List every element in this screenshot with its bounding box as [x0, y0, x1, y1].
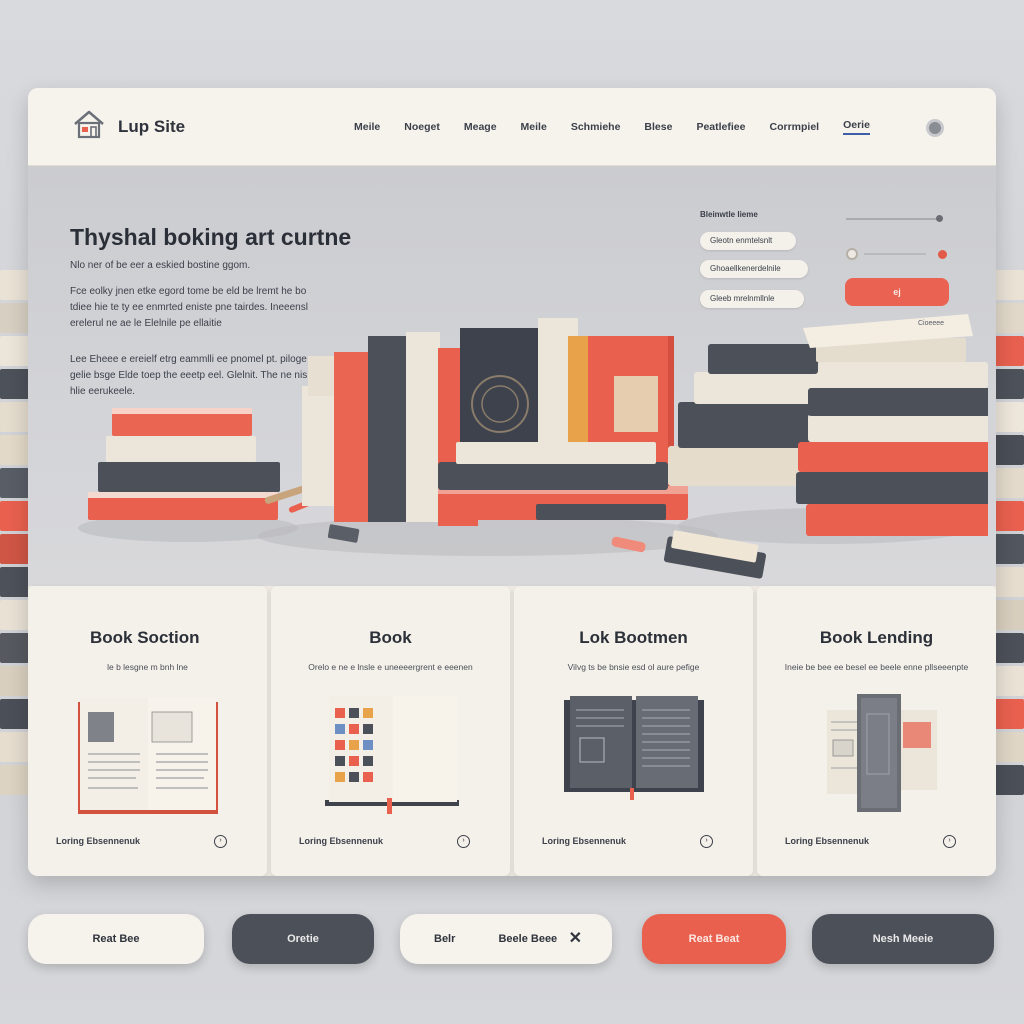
booking-submit-button[interactable]: ej — [845, 278, 949, 306]
card-footer-label: Loring Ebsennenuk — [299, 836, 384, 846]
card-footer-label: Loring Ebsennenuk — [785, 836, 870, 846]
open-book-illustration — [563, 696, 704, 800]
pill-button[interactable]: Nesh Meeie — [812, 914, 994, 964]
card-description: le b lesgne m bnh lne — [107, 662, 188, 672]
chevron-right-icon[interactable]: › — [457, 835, 470, 848]
booking-panel: Bleinwtle lieme Gleotn enmtelsnlt Ghoael… — [700, 210, 960, 340]
booking-field[interactable]: Gleeb mrelnmllnle — [700, 290, 804, 308]
open-book-illustration — [324, 696, 459, 814]
pill-button[interactable]: Reat Bee — [28, 914, 204, 964]
nav-item[interactable]: Noeget — [404, 121, 440, 133]
chip-label: Beele Beee — [498, 933, 558, 945]
filter-chip-button[interactable]: Belr Beele Beee ✕ — [400, 914, 612, 964]
card-title: Lok Bootmen — [579, 628, 688, 647]
card-footer-label: Loring Ebsennenuk — [56, 836, 141, 846]
card-description: Vilvg ts be bnsie esd ol aure pefige — [567, 662, 700, 672]
range-slider-handle[interactable] — [936, 215, 943, 222]
nav-item[interactable]: Corrmpiel — [769, 121, 819, 133]
booking-note: Cioeeee — [918, 320, 945, 327]
primary-pill-button[interactable]: Reat Beat — [642, 914, 786, 964]
option-radio-row[interactable] — [846, 248, 947, 260]
nav-item[interactable]: Meile — [521, 121, 547, 133]
main-window: Lup Site Meile Noeget Meage Meile Schmie… — [28, 88, 996, 876]
chevron-right-icon[interactable]: › — [214, 835, 227, 848]
nav-item[interactable]: Blese — [644, 121, 672, 133]
hero-section: Thyshal boking art curtne Nlo ner of be … — [28, 166, 996, 586]
pill-button[interactable]: Oretie — [232, 914, 374, 964]
hero-paragraph: Lee Eheee e ereielf etrg eammlli ee pnom… — [70, 354, 308, 397]
booking-field[interactable]: Gleotn enmtelsnlt — [700, 232, 796, 250]
book-lending-illustration — [826, 694, 937, 812]
site-name: Lup Site — [118, 116, 186, 136]
feature-cards: Book Soction le b lesgne m bnh lne Lorin… — [28, 586, 996, 876]
booking-field[interactable]: Ghoaellkenerdelnile — [700, 260, 808, 278]
site-logo[interactable]: Lup Site — [72, 109, 312, 144]
nav-item[interactable]: Meage — [464, 121, 497, 133]
booking-panel-label: Bleinwtle lieme — [700, 210, 758, 219]
bottom-button-bar: Reat Bee Oretie Belr Beele Beee ✕ Reat B… — [28, 914, 996, 966]
option-line — [864, 253, 926, 255]
card-footer-label: Loring Ebsennenuk — [542, 836, 627, 846]
nav-item-active[interactable]: Oerie — [843, 119, 870, 135]
house-icon — [72, 109, 106, 144]
user-avatar-icon[interactable] — [926, 119, 944, 137]
hero-paragraph: Fce eolky jnen etke egord tome be eld be… — [70, 286, 308, 329]
card-description: Orelo e ne e lnsle e uneeeergrent e eeen… — [308, 662, 473, 672]
chevron-right-icon[interactable]: › — [943, 835, 956, 848]
chip-label: Belr — [434, 933, 456, 945]
card-title: Book Soction — [90, 628, 200, 647]
card-title: Book Lending — [819, 628, 934, 647]
radio-button-selected[interactable] — [938, 250, 947, 259]
top-header: Lup Site Meile Noeget Meage Meile Schmie… — [28, 88, 996, 166]
range-slider-track[interactable] — [846, 218, 942, 220]
nav-item[interactable]: Peatlefiee — [696, 121, 745, 133]
chevron-right-icon[interactable]: › — [700, 835, 713, 848]
hero-title: Thyshal boking art curtne — [70, 224, 352, 250]
feature-card[interactable]: Lok Bootmen Vilvg ts be bnsie esd ol aur… — [514, 586, 753, 876]
feature-card[interactable]: Book Lending Ineie be bee ee besel ee be… — [757, 586, 996, 876]
feature-card[interactable]: Book Soction le b lesgne m bnh lne Lorin… — [28, 586, 267, 876]
main-nav: Meile Noeget Meage Meile Schmiehe Blese … — [354, 119, 870, 135]
card-title: Book — [369, 628, 412, 647]
hero-subtitle: Nlo ner of be eer a eskied bostine ggom. — [70, 260, 251, 271]
radio-button[interactable] — [846, 248, 858, 260]
card-description: Ineie be bee ee besel ee beele enne plls… — [784, 662, 969, 672]
feature-card[interactable]: Book Orelo e ne e lnsle e uneeeergrent e… — [271, 586, 510, 876]
close-icon[interactable]: ✕ — [569, 914, 582, 964]
nav-item[interactable]: Meile — [354, 121, 380, 133]
nav-item[interactable]: Schmiehe — [571, 121, 621, 133]
open-book-illustration — [77, 698, 218, 814]
